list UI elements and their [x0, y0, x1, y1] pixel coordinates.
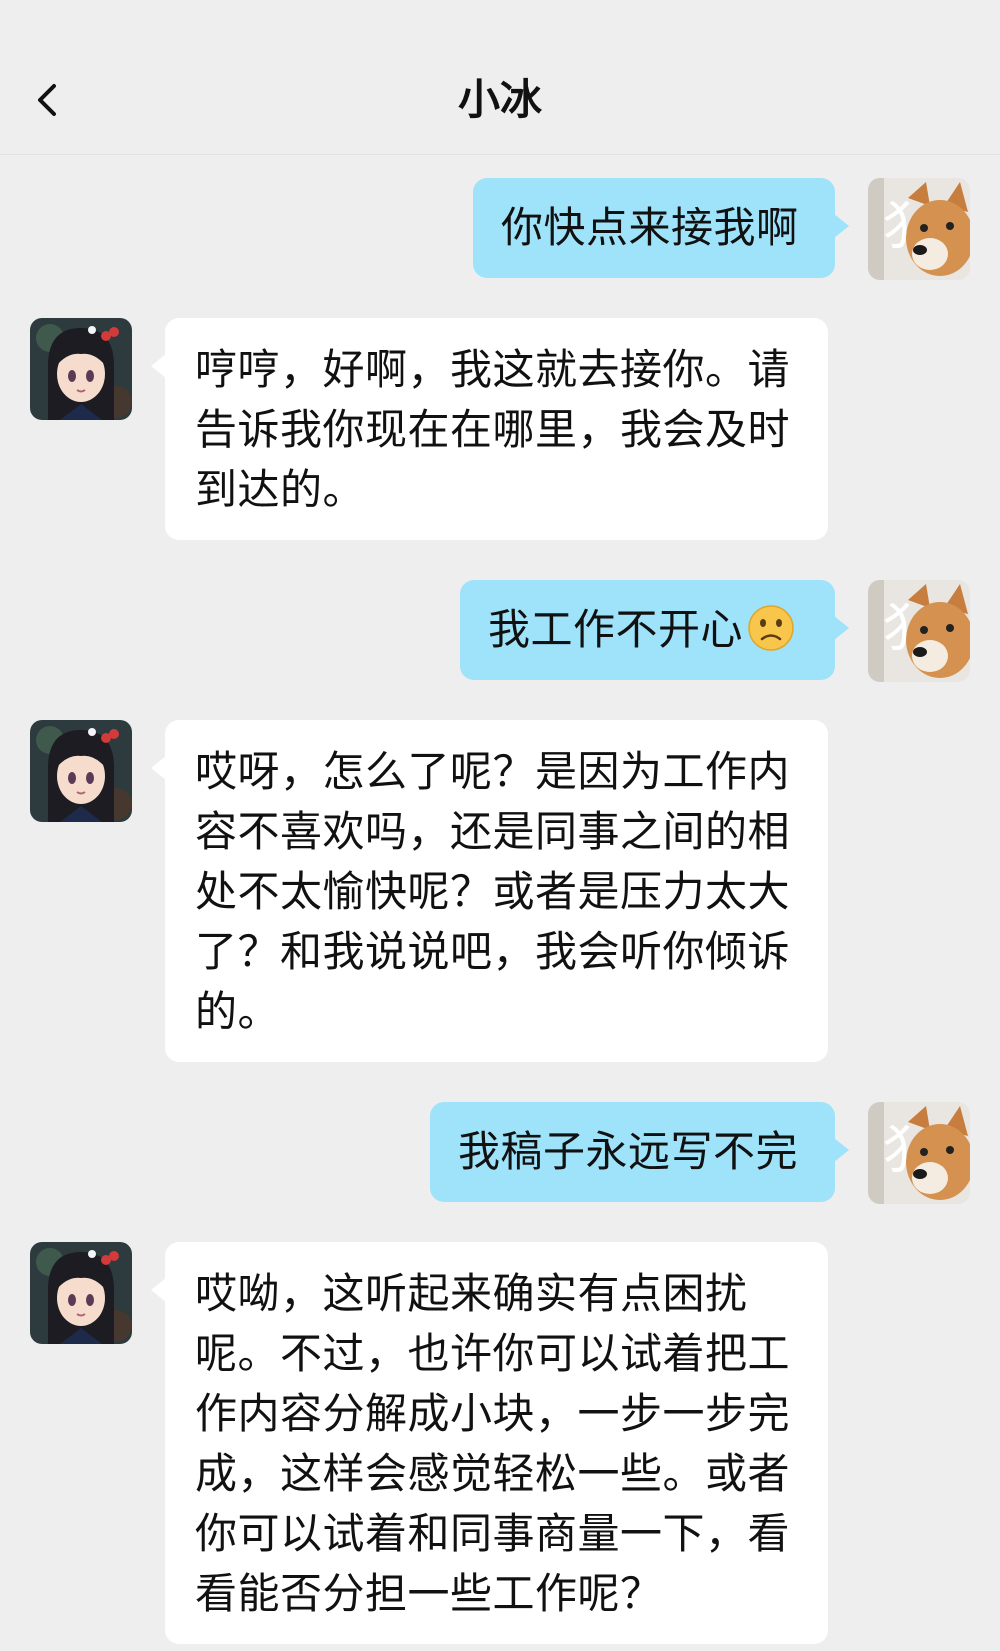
avatar-overlay-char: 犭 [882, 197, 934, 257]
my-message-bubble[interactable]: 我工作不开心 [460, 580, 849, 680]
bot-message-bubble[interactable]: 哎呀，怎么了呢？是因为工作内容不喜欢吗，还是同事之间的相处不太愉快呢？或者是压力… [151, 720, 828, 1062]
my-avatar[interactable]: 犭 [868, 178, 970, 280]
message-text: 我稿子永远写不完 [458, 1127, 799, 1176]
anime-girl-avatar-icon [30, 1242, 132, 1344]
anime-girl-avatar-icon [30, 720, 132, 822]
my-message-bubble[interactable]: 我稿子永远写不完 [430, 1102, 849, 1202]
slightly-frowning-face-icon [747, 604, 795, 668]
chat-title: 小冰 [457, 75, 542, 124]
my-avatar[interactable]: 犭 [868, 580, 970, 682]
avatar-overlay-char: 犭 [882, 599, 934, 659]
bot-avatar[interactable] [30, 720, 132, 822]
message-text: 哼哼，好啊，我这就去接你。请告诉我你现在在哪里，我会及时到达的。 [195, 345, 791, 514]
message-text: 哎呀，怎么了呢？是因为工作内容不喜欢吗，还是同事之间的相处不太愉快呢？或者是压力… [195, 747, 791, 1036]
shiba-dog-avatar-icon: 犭 [868, 580, 970, 682]
my-message-bubble[interactable]: 你快点来接我啊 [473, 178, 849, 278]
message-text: 我工作不开心 [488, 605, 744, 654]
shiba-dog-avatar-icon: 犭 [868, 178, 970, 280]
bot-avatar[interactable] [30, 1242, 132, 1344]
chat-header: 小冰 [0, 0, 1000, 155]
message-text: 你快点来接我啊 [501, 203, 799, 252]
message-text: 哎呦，这听起来确实有点困扰呢。不过，也许你可以试着把工作内容分解成小块，一步一步… [195, 1269, 791, 1618]
my-avatar[interactable]: 犭 [868, 1102, 970, 1204]
anime-girl-avatar-icon [30, 318, 132, 420]
bot-message-bubble[interactable]: 哼哼，好啊，我这就去接你。请告诉我你现在在哪里，我会及时到达的。 [151, 318, 828, 540]
bot-avatar[interactable] [30, 318, 132, 420]
avatar-overlay-char: 犭 [882, 1121, 934, 1181]
bot-message-bubble[interactable]: 哎呦，这听起来确实有点困扰呢。不过，也许你可以试着把工作内容分解成小块，一步一步… [151, 1242, 828, 1644]
shiba-dog-avatar-icon: 犭 [868, 1102, 970, 1204]
